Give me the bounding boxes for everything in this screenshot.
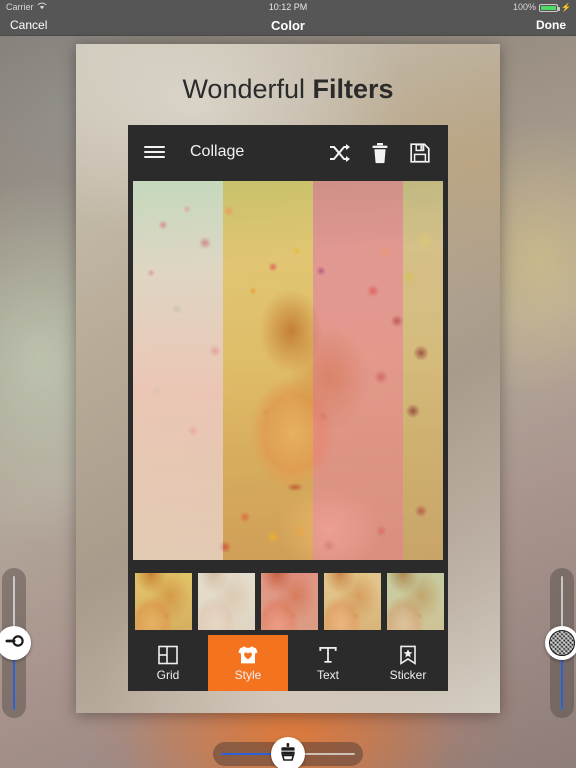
filter-thumbnail-yellow[interactable]: [135, 573, 192, 630]
bookmark-star-icon: [399, 645, 417, 665]
collage-panel-1[interactable]: [133, 181, 223, 560]
collage-canvas[interactable]: [133, 181, 443, 560]
lightning-bolt-icon: ⚡: [561, 3, 571, 12]
tab-grid[interactable]: Grid: [128, 635, 208, 691]
key-icon: [4, 634, 24, 652]
card-headline-light: Wonderful: [182, 74, 313, 104]
tab-sticker[interactable]: Sticker: [368, 635, 448, 691]
slider-knob-pattern[interactable]: [545, 626, 576, 660]
collage-panel-3[interactable]: [312, 181, 403, 560]
filter-thumbnail-warm[interactable]: [324, 573, 381, 630]
app-preview-card[interactable]: Wonderful Filters Collage Grid Style Tex…: [76, 44, 500, 713]
tshirt-heart-icon: [237, 645, 259, 665]
brush-slider[interactable]: [213, 737, 363, 768]
app-toolbar-title: Collage: [190, 143, 245, 160]
page-title: Color: [271, 18, 305, 33]
navigation-bar: Cancel Color Done: [0, 15, 576, 36]
pattern-slider[interactable]: [545, 568, 576, 718]
status-bar-right: 100% ⚡: [513, 0, 571, 15]
filter-thumbnail-green[interactable]: [387, 573, 444, 630]
text-t-icon: [318, 645, 338, 665]
tab-text-label: Text: [316, 667, 339, 682]
halftone-circle-icon: [549, 630, 575, 656]
app-toolbar: Collage: [128, 125, 448, 181]
card-headline-bold: Filters: [312, 74, 394, 104]
filter-thumbnail-sepia[interactable]: [198, 573, 255, 630]
collage-panel-2[interactable]: [222, 181, 313, 560]
slider-knob-brush[interactable]: [271, 737, 305, 768]
tab-style[interactable]: Style: [208, 635, 288, 691]
battery-full-icon: [539, 3, 561, 12]
status-bar: Carrier 10:12 PM 100% ⚡: [0, 0, 576, 15]
hamburger-menu-icon[interactable]: [144, 145, 165, 160]
battery-percent-label: 100%: [513, 2, 537, 12]
tab-sticker-label: Sticker: [389, 667, 427, 682]
done-button[interactable]: Done: [536, 15, 566, 36]
floppy-save-icon[interactable]: [408, 141, 432, 165]
collage-panel-4[interactable]: [402, 181, 443, 560]
card-headline: Wonderful Filters: [76, 74, 500, 105]
app-tab-bar: Grid Style Text Sticker: [128, 635, 448, 691]
tab-grid-label: Grid: [156, 667, 180, 682]
collage-app-window: Collage Grid Style Text Sticker: [128, 125, 448, 691]
status-bar-clock: 10:12 PM: [268, 2, 308, 12]
tab-style-label: Style: [234, 667, 262, 682]
brightness-slider[interactable]: [0, 568, 31, 718]
filter-thumbnail-red[interactable]: [261, 573, 318, 630]
filter-thumbnail-strip[interactable]: [128, 568, 448, 635]
paintbrush-icon: [279, 742, 297, 767]
trash-icon[interactable]: [368, 141, 392, 165]
grid-layout-icon: [158, 645, 178, 665]
tab-text[interactable]: Text: [288, 635, 368, 691]
shuffle-icon[interactable]: [328, 141, 352, 165]
